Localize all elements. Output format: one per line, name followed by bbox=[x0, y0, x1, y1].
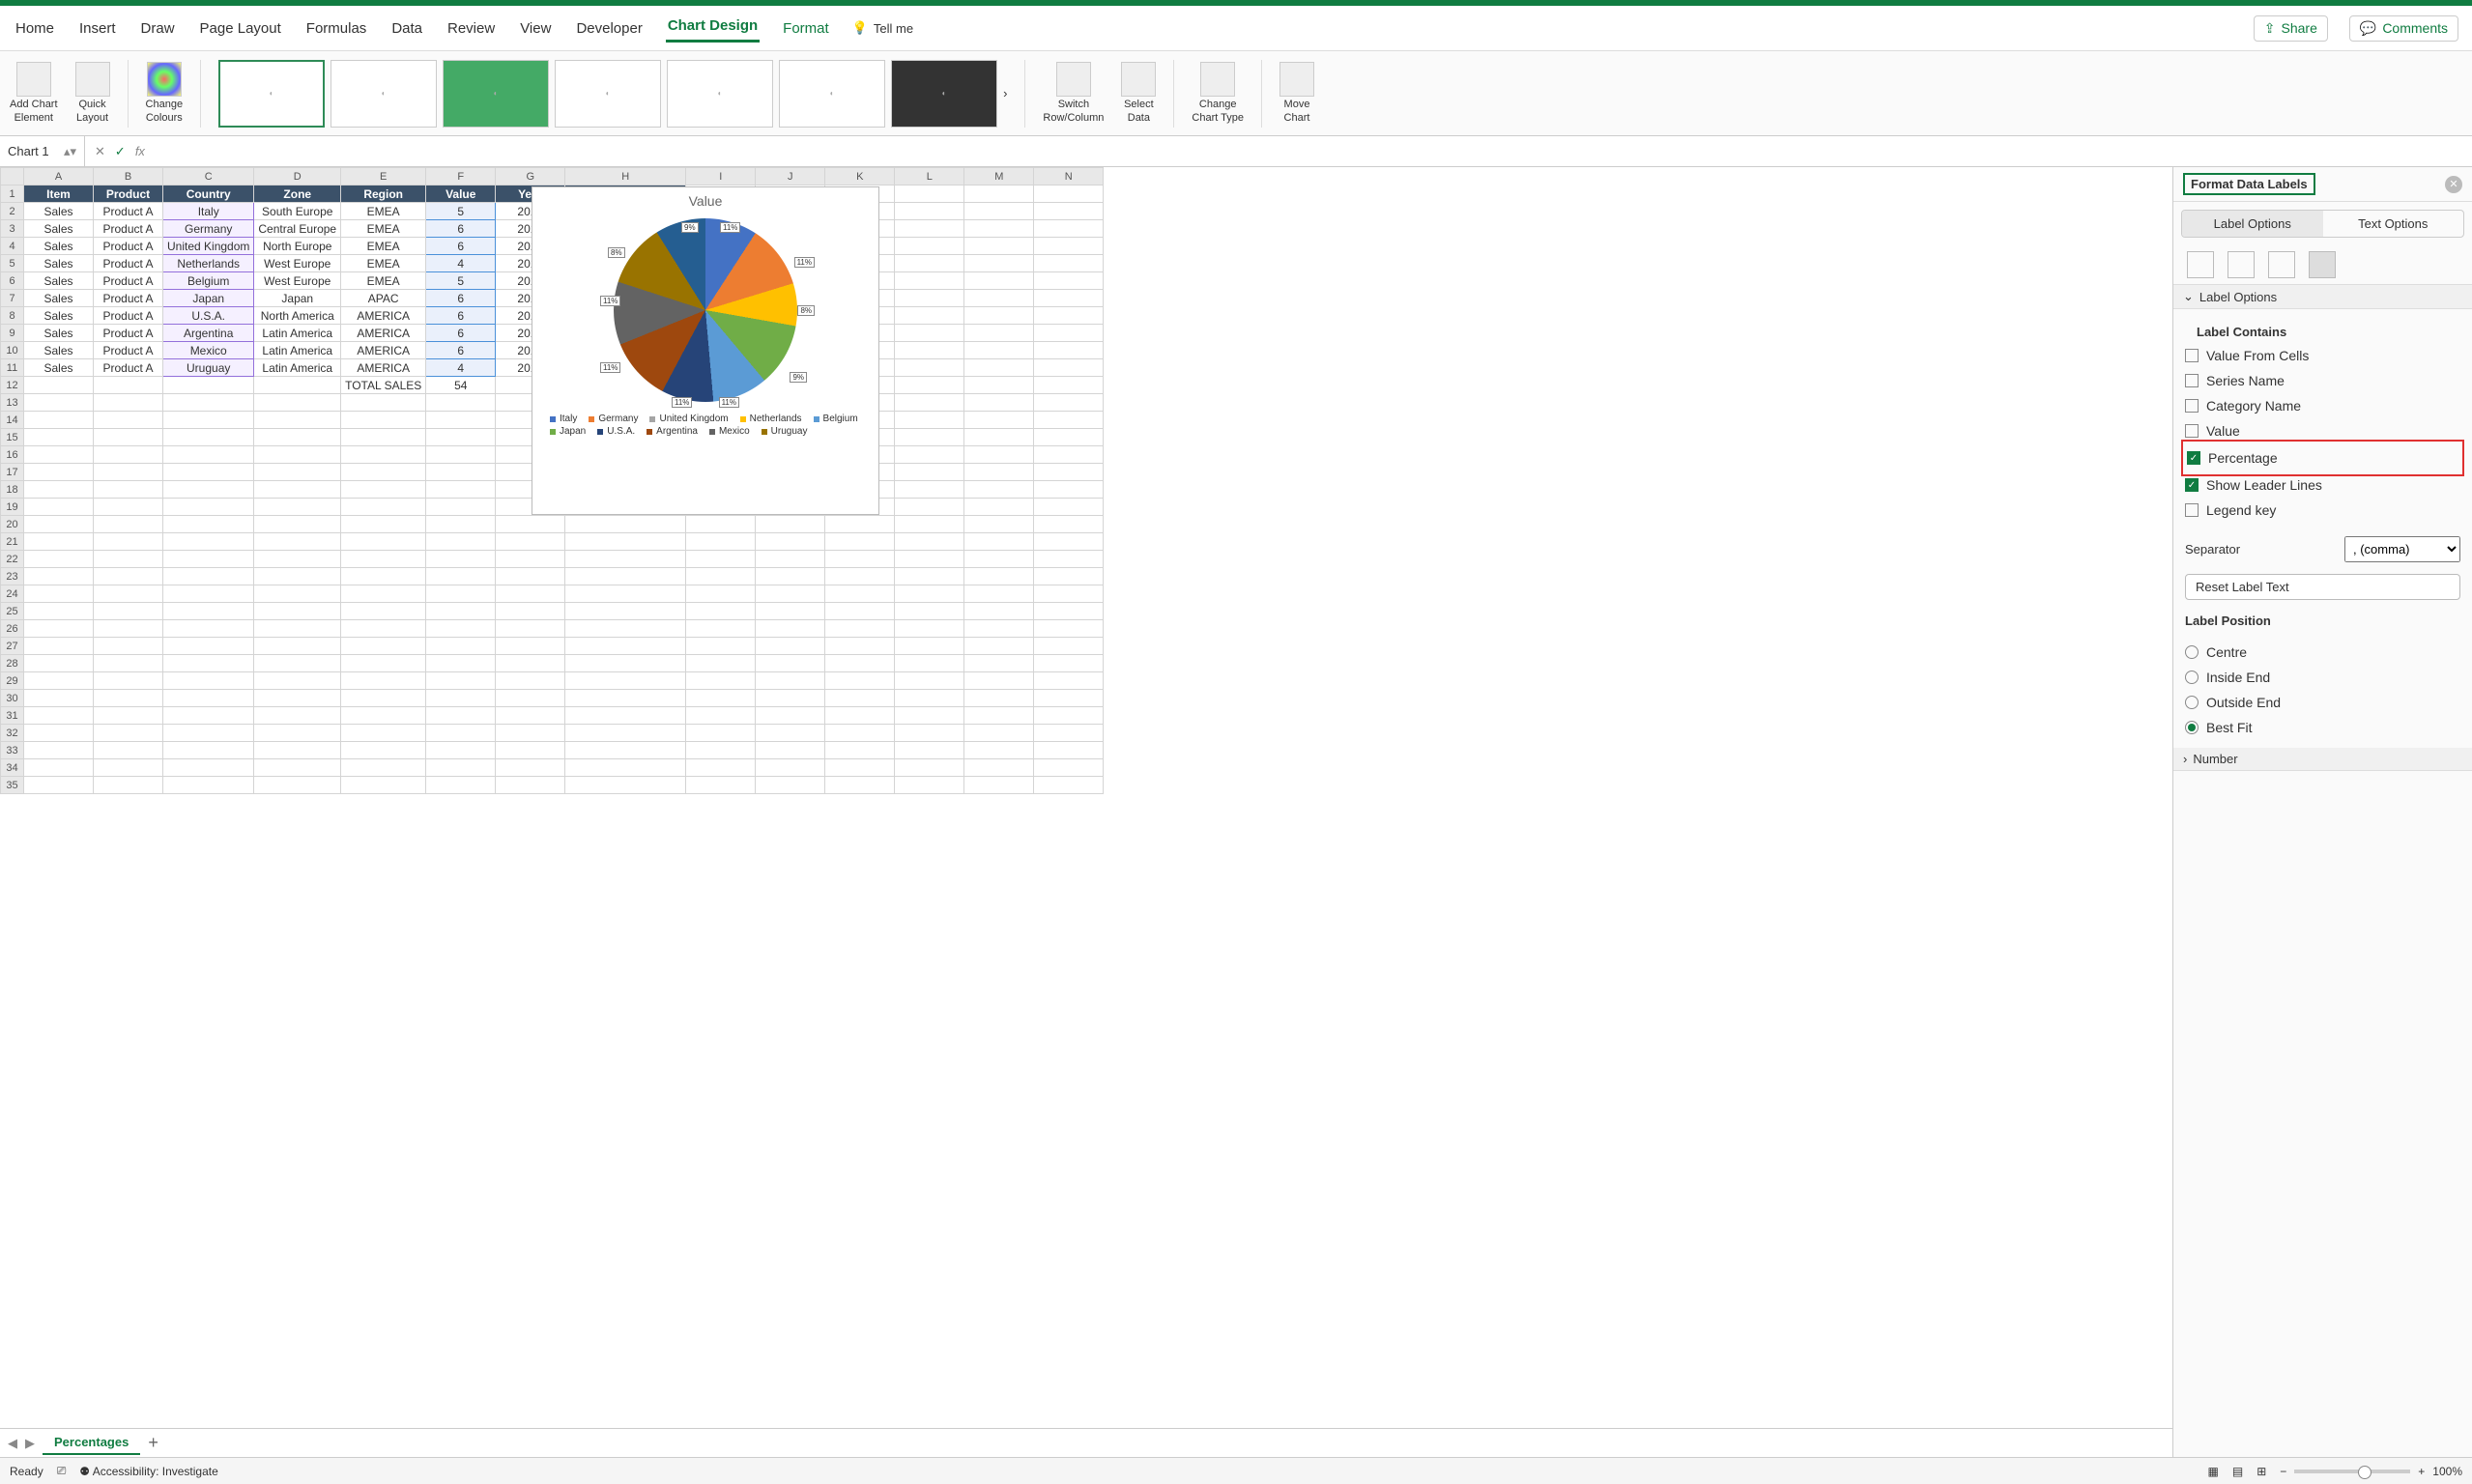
tab-view[interactable]: View bbox=[518, 16, 553, 41]
cancel-icon[interactable]: ✕ bbox=[95, 144, 105, 159]
tell-me[interactable]: 💡Tell me bbox=[852, 20, 913, 36]
palette-icon bbox=[147, 62, 182, 97]
status-ready: Ready bbox=[10, 1465, 43, 1478]
chart-style-5[interactable]: ◐ bbox=[667, 60, 773, 128]
switch-rowcol[interactable]: Switch Row/Column bbox=[1043, 62, 1104, 124]
chk-percentage[interactable]: ✓Percentage bbox=[2187, 445, 2458, 471]
chk-legend-key[interactable]: Legend key bbox=[2185, 498, 2460, 523]
fx-icon[interactable]: fx bbox=[135, 144, 145, 158]
confirm-icon[interactable]: ✓ bbox=[115, 144, 126, 159]
seg-label-options[interactable]: Label Options bbox=[2182, 211, 2323, 237]
labeloptions-icon[interactable] bbox=[2309, 251, 2336, 278]
chevron-right-icon: › bbox=[2183, 752, 2187, 766]
zoom-out[interactable]: − bbox=[2280, 1465, 2286, 1478]
chart-legend: ItalyGermanyUnited KingdomNetherlandsBel… bbox=[532, 406, 878, 444]
tab-pagelayout[interactable]: Page Layout bbox=[198, 16, 283, 41]
move-chart[interactable]: Move Chart bbox=[1279, 62, 1314, 124]
chart-style-1[interactable]: ◐ bbox=[218, 60, 325, 128]
seg-text-options[interactable]: Text Options bbox=[2323, 211, 2464, 237]
label-position-heading: Label Position bbox=[2173, 606, 2472, 632]
change-chart-type[interactable]: Change Chart Type bbox=[1192, 62, 1244, 124]
status-bar: Ready ⎚ ⚉ Accessibility: Investigate ▦ ▤… bbox=[0, 1457, 2472, 1484]
tab-chartdesign[interactable]: Chart Design bbox=[666, 14, 760, 43]
tab-insert[interactable]: Insert bbox=[77, 16, 118, 41]
comment-icon: 💬 bbox=[2360, 20, 2376, 37]
chart-style-2[interactable]: ◐ bbox=[331, 60, 437, 128]
pos-inside-end[interactable]: Inside End bbox=[2185, 665, 2460, 690]
share-icon: ⇪ bbox=[2264, 20, 2276, 37]
pos-best-fit[interactable]: Best Fit bbox=[2185, 715, 2460, 740]
sheet-prev[interactable]: ◀ bbox=[8, 1436, 17, 1451]
chart-style-3[interactable]: ◐ bbox=[443, 60, 549, 128]
pie-chart[interactable]: 9% 11% 11% 8% 9% 11% 11% 11% 11% 8% bbox=[614, 218, 797, 402]
section-number[interactable]: ›Number bbox=[2173, 748, 2472, 771]
addchart-icon bbox=[16, 62, 51, 97]
comments-button[interactable]: 💬Comments bbox=[2349, 15, 2458, 42]
sheet-next[interactable]: ▶ bbox=[25, 1436, 35, 1451]
ribbon-tabs: Home Insert Draw Page Layout Formulas Da… bbox=[0, 6, 2472, 51]
label-contains-heading: Label Contains bbox=[2185, 317, 2460, 343]
chart-style-6[interactable]: ◐ bbox=[779, 60, 885, 128]
change-colours[interactable]: Change Colours bbox=[146, 62, 184, 124]
view-pagebreak-icon[interactable]: ⊞ bbox=[2256, 1465, 2266, 1478]
accessibility-icon: ⚉ bbox=[79, 1465, 90, 1478]
quick-layout[interactable]: Quick Layout bbox=[75, 62, 110, 124]
chart-title: Value bbox=[532, 187, 878, 214]
view-normal-icon[interactable]: ▦ bbox=[2208, 1465, 2219, 1478]
tab-formulas[interactable]: Formulas bbox=[304, 16, 369, 41]
view-pagelayout-icon[interactable]: ▤ bbox=[2232, 1465, 2243, 1478]
bulb-icon: 💡 bbox=[852, 20, 868, 36]
zoom-slider[interactable] bbox=[2294, 1470, 2410, 1473]
chk-value-from-cells[interactable]: Value From Cells bbox=[2185, 343, 2460, 368]
size-icon[interactable] bbox=[2268, 251, 2295, 278]
tab-review[interactable]: Review bbox=[446, 16, 497, 41]
spreadsheet-grid[interactable]: ABCDEFGHIJKLMN1ItemProductCountryZoneReg… bbox=[0, 167, 2172, 1428]
zoom-in[interactable]: + bbox=[2418, 1465, 2425, 1478]
pane-segment: Label Options Text Options bbox=[2181, 210, 2464, 238]
sheet-tab-percentages[interactable]: Percentages bbox=[43, 1431, 140, 1455]
separator-select[interactable]: , (comma) bbox=[2344, 536, 2460, 562]
tab-data[interactable]: Data bbox=[389, 16, 424, 41]
tab-draw[interactable]: Draw bbox=[139, 16, 177, 41]
charttype-icon bbox=[1200, 62, 1235, 97]
tab-home[interactable]: Home bbox=[14, 16, 56, 41]
pos-outside-end[interactable]: Outside End bbox=[2185, 690, 2460, 715]
close-pane-icon[interactable]: ✕ bbox=[2445, 176, 2462, 193]
share-button[interactable]: ⇪Share bbox=[2254, 15, 2328, 42]
chk-leader-lines[interactable]: ✓Show Leader Lines bbox=[2185, 472, 2460, 498]
format-pane: Format Data Labels ✕ Label Options Text … bbox=[2172, 167, 2472, 1457]
chk-category-name[interactable]: Category Name bbox=[2185, 393, 2460, 418]
chevron-down-icon: ⌄ bbox=[2183, 289, 2194, 304]
macro-icon[interactable]: ⎚ bbox=[57, 1464, 67, 1478]
section-label-options[interactable]: ⌄Label Options bbox=[2173, 285, 2472, 309]
sheet-tabs: ◀ ▶ Percentages + bbox=[0, 1428, 2172, 1457]
quicklayout-icon bbox=[75, 62, 110, 97]
select-data[interactable]: Select Data bbox=[1121, 62, 1156, 124]
switch-icon bbox=[1056, 62, 1091, 97]
pane-title: Format Data Labels bbox=[2183, 173, 2315, 195]
add-sheet[interactable]: + bbox=[148, 1433, 158, 1453]
embedded-chart[interactable]: Value 9% 11% 11% 8% 9% 11% 11% 11% 11% 8… bbox=[532, 186, 879, 515]
add-chart-element[interactable]: Add Chart Element bbox=[10, 62, 58, 124]
chart-style-4[interactable]: ◐ bbox=[555, 60, 661, 128]
zoom-level[interactable]: 100% bbox=[2432, 1465, 2462, 1478]
name-box[interactable]: Chart 1▴▾ bbox=[0, 136, 85, 166]
tab-developer[interactable]: Developer bbox=[574, 16, 644, 41]
chart-style-7[interactable]: ◐ bbox=[891, 60, 997, 128]
tab-format[interactable]: Format bbox=[781, 16, 831, 41]
effects-icon[interactable] bbox=[2228, 251, 2255, 278]
styles-more[interactable]: › bbox=[1003, 86, 1007, 100]
fill-icon[interactable] bbox=[2187, 251, 2214, 278]
pos-centre[interactable]: Centre bbox=[2185, 640, 2460, 665]
ribbon: Add Chart Element Quick Layout Change Co… bbox=[0, 51, 2472, 136]
accessibility[interactable]: ⚉ Accessibility: Investigate bbox=[79, 1465, 218, 1478]
movechart-icon bbox=[1279, 62, 1314, 97]
chk-series-name[interactable]: Series Name bbox=[2185, 368, 2460, 393]
separator-label: Separator bbox=[2185, 542, 2240, 556]
reset-label-text[interactable]: Reset Label Text bbox=[2185, 574, 2460, 600]
seldata-icon bbox=[1121, 62, 1156, 97]
chart-styles[interactable]: ◐ ◐ ◐ ◐ ◐ ◐ ◐ › bbox=[218, 60, 1007, 128]
